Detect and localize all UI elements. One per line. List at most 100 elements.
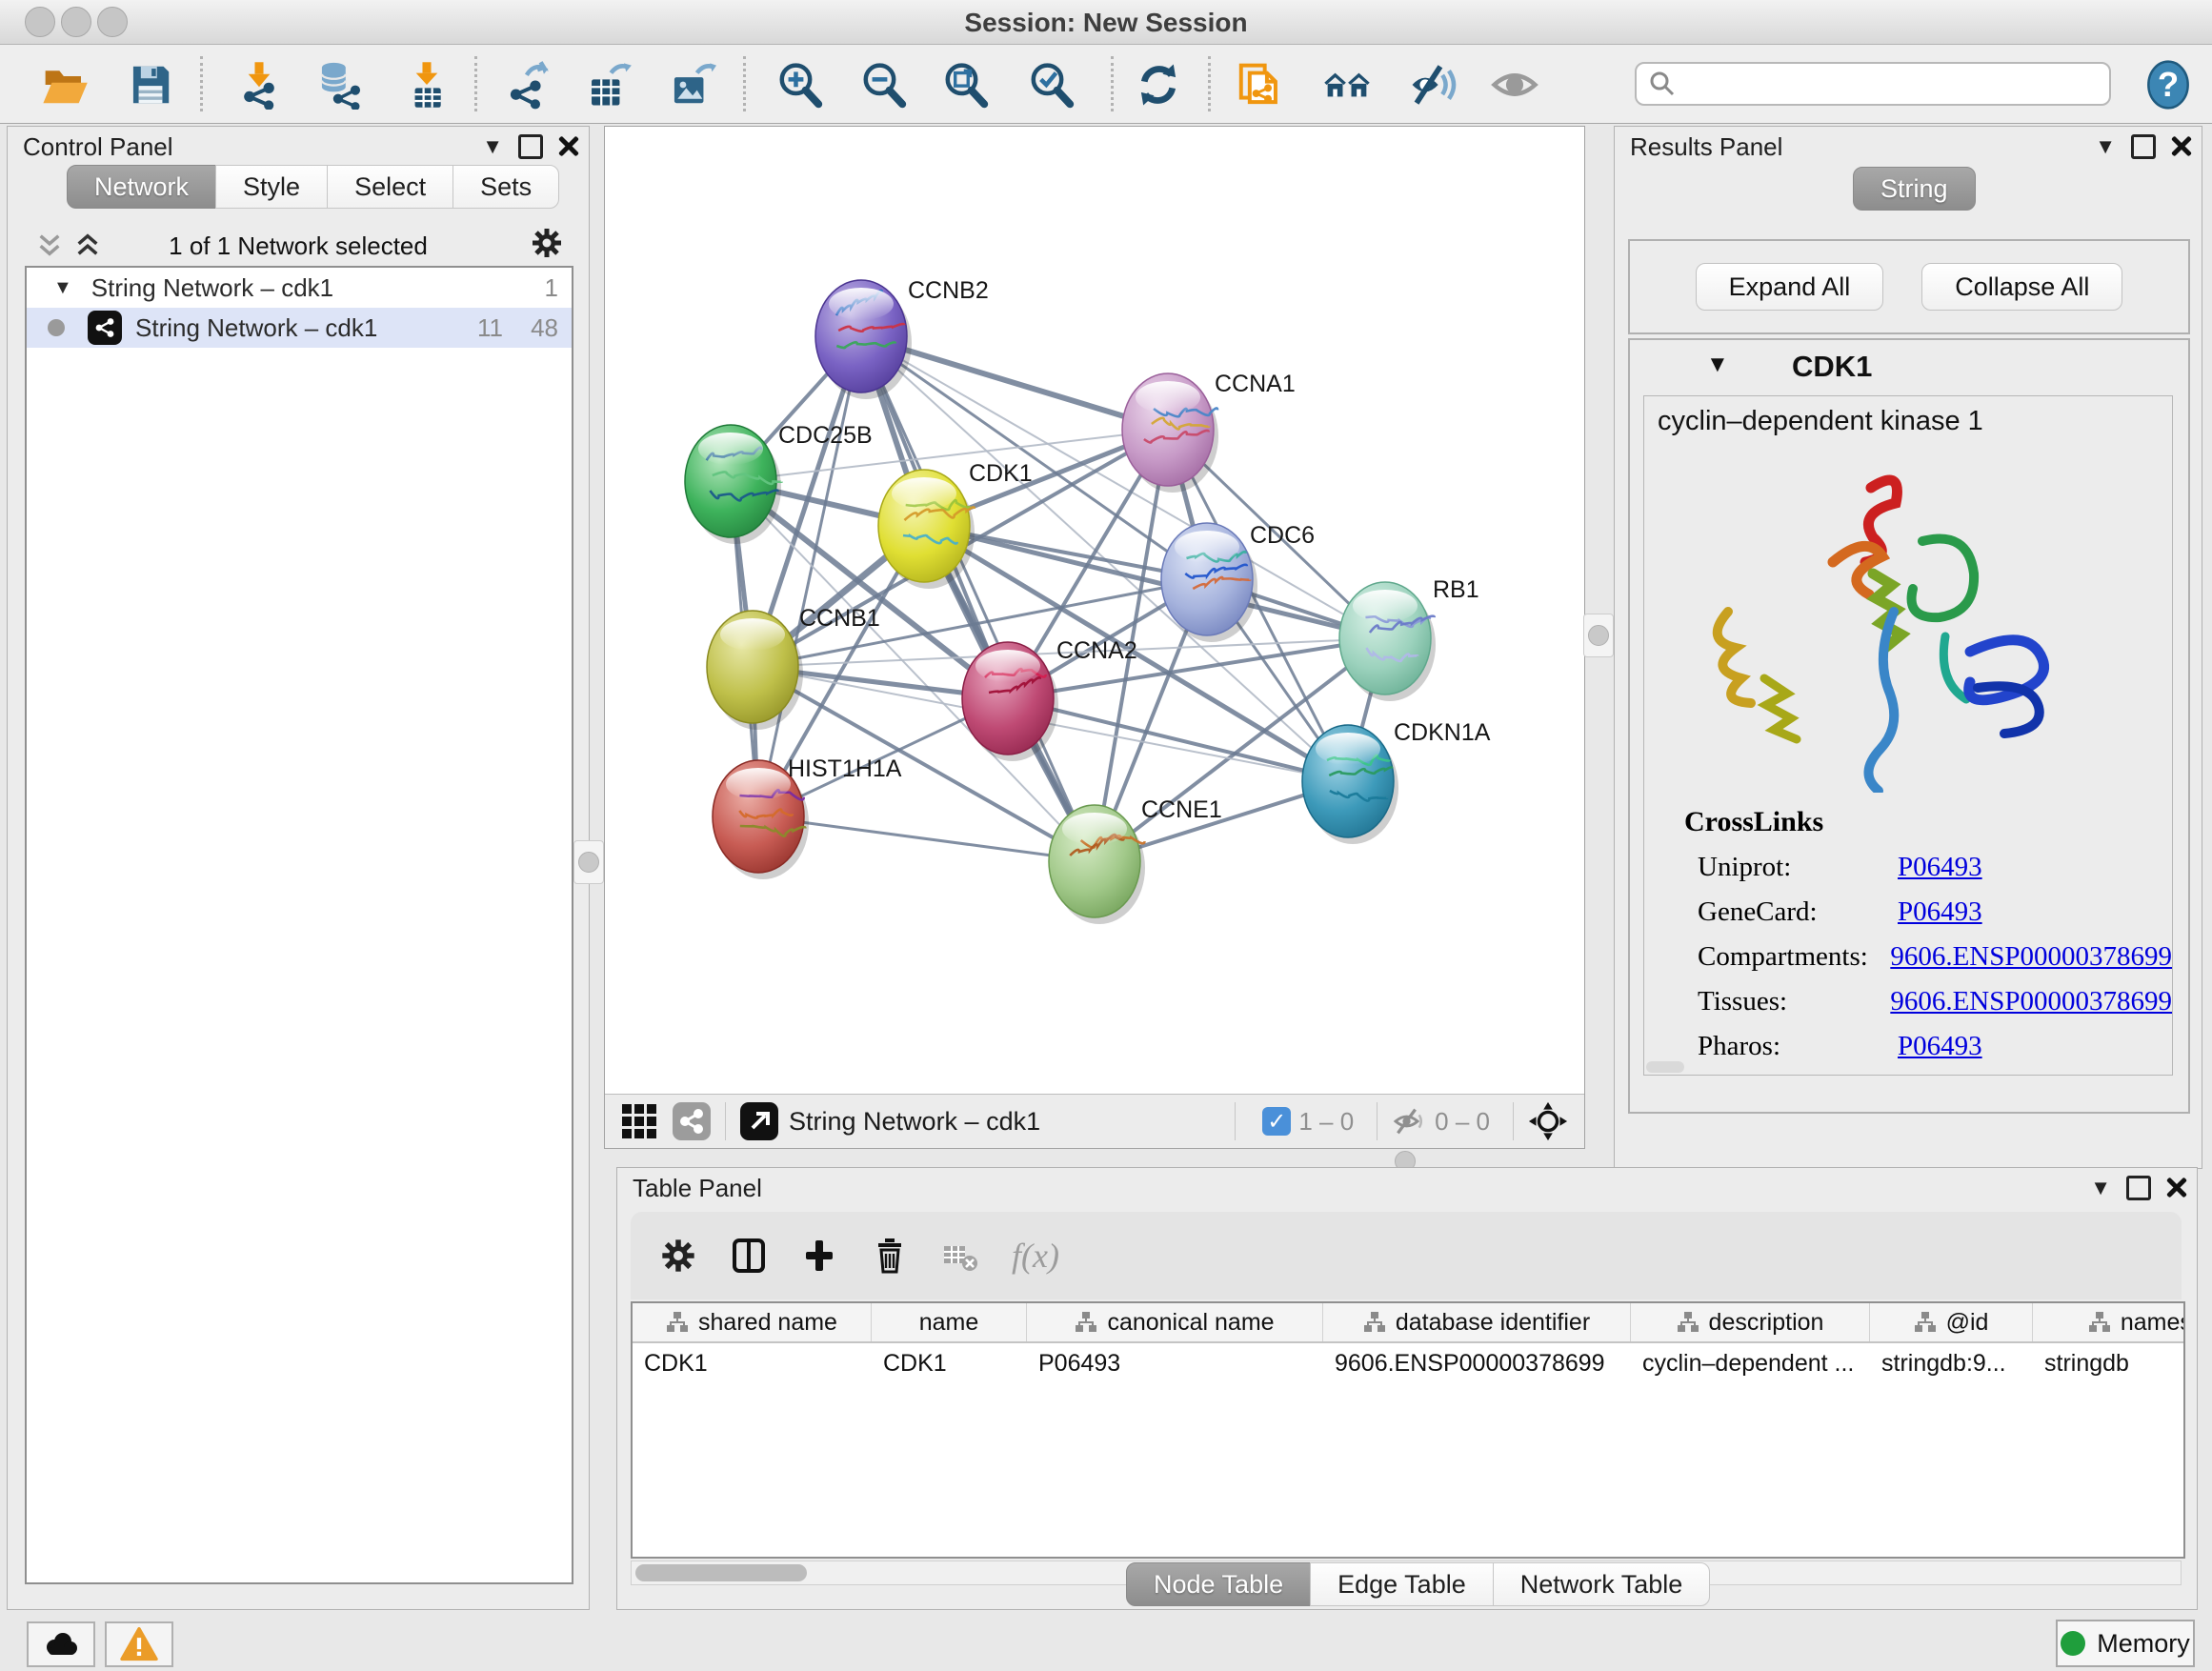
save-session-icon[interactable]: [124, 58, 177, 111]
show-columns-icon[interactable]: [730, 1237, 768, 1275]
edge-CCNA2-CDKN1A[interactable]: [1008, 698, 1348, 781]
search-input[interactable]: [1677, 69, 2081, 100]
open-in-window-icon[interactable]: [739, 1101, 779, 1141]
collapse-panel-icon[interactable]: ▼: [2090, 1178, 2111, 1198]
crosslink-link[interactable]: 9606.ENSP00000378699: [1890, 986, 2172, 1017]
import-table-icon[interactable]: [400, 58, 453, 111]
export-network-icon[interactable]: [501, 58, 554, 111]
node-CCNA1[interactable]: CCNA1: [1122, 371, 1296, 493]
zoom-out-icon[interactable]: [857, 58, 911, 111]
table-scrollbar-thumb[interactable]: [635, 1564, 807, 1581]
collection-expander-icon[interactable]: ▼: [53, 277, 72, 299]
node-CDC25B[interactable]: CDC25B: [685, 422, 873, 544]
node-CDK1[interactable]: CDK1: [878, 460, 1033, 589]
table-row[interactable]: CDK1CDK1P064939606.ENSP00000378699cyclin…: [633, 1343, 2183, 1383]
tab-string[interactable]: String: [1853, 167, 1976, 211]
table-cell[interactable]: stringdb: [2033, 1343, 2185, 1383]
results-scrollbar[interactable]: [1646, 1061, 1684, 1073]
import-network-from-database-icon[interactable]: [312, 58, 366, 111]
birds-eye-view-icon[interactable]: [1527, 1100, 1569, 1142]
node-CCNA2[interactable]: CCNA2: [962, 637, 1137, 761]
show-eye-icon[interactable]: [1488, 58, 1541, 111]
search-box[interactable]: [1635, 62, 2111, 106]
close-panel-icon[interactable]: [2166, 1178, 2187, 1198]
column-header-label: database identifier: [1396, 1309, 1590, 1337]
create-column-icon[interactable]: [800, 1237, 838, 1275]
right-splitter-handle[interactable]: [1583, 614, 1614, 657]
crosslink-link[interactable]: P06493: [1898, 1031, 1982, 1062]
memory-button[interactable]: Memory: [2056, 1620, 2195, 1667]
export-table-icon[interactable]: [581, 58, 634, 111]
export-image-icon[interactable]: [665, 58, 718, 111]
edge-CCNB2-HIST1H1A[interactable]: [758, 336, 861, 816]
node-CDC6[interactable]: CDC6: [1161, 522, 1315, 642]
refresh-icon[interactable]: [1132, 58, 1185, 111]
edge-CCNB2-CCNE1[interactable]: [861, 336, 1095, 861]
column-header-name[interactable]: name: [872, 1303, 1027, 1341]
network-collection-row[interactable]: ▼ String Network – cdk1 1: [27, 268, 572, 308]
tab-edge-table[interactable]: Edge Table: [1310, 1562, 1494, 1606]
crosslink-link[interactable]: P06493: [1898, 896, 1982, 928]
gear-icon[interactable]: [530, 226, 564, 260]
delete-column-icon[interactable]: [871, 1237, 909, 1275]
column-header-database-identifier[interactable]: database identifier: [1323, 1303, 1631, 1341]
network-share-icon[interactable]: [672, 1101, 712, 1141]
zoom-in-icon[interactable]: [774, 58, 827, 111]
collapse-panel-icon[interactable]: ▼: [2095, 136, 2116, 157]
cloud-status-button[interactable]: [27, 1621, 95, 1667]
warning-status-button[interactable]: [105, 1621, 173, 1667]
table-cell[interactable]: CDK1: [633, 1343, 872, 1383]
close-panel-icon[interactable]: [2171, 136, 2192, 157]
close-panel-icon[interactable]: [558, 136, 579, 157]
table-cell[interactable]: P06493: [1027, 1343, 1323, 1383]
tab-network-table[interactable]: Network Table: [1493, 1562, 1711, 1606]
column-header-canonical-name[interactable]: canonical name: [1027, 1303, 1323, 1341]
collapse-all-button[interactable]: Collapse All: [1921, 263, 2122, 311]
node-CCNE1[interactable]: CCNE1: [1049, 796, 1222, 924]
string-home-icon[interactable]: [1320, 58, 1374, 111]
grid-view-icon[interactable]: [620, 1102, 658, 1140]
import-network-icon[interactable]: [232, 58, 286, 111]
table-cell[interactable]: 9606.ENSP00000378699: [1323, 1343, 1631, 1383]
help-icon[interactable]: ?: [2142, 58, 2195, 111]
column-header-shared-name[interactable]: shared name: [633, 1303, 872, 1341]
float-panel-icon[interactable]: [518, 134, 543, 159]
expand-all-button[interactable]: Expand All: [1696, 263, 1884, 311]
tab-style[interactable]: Style: [215, 165, 328, 209]
column-header-@id[interactable]: @id: [1870, 1303, 2033, 1341]
network-edges[interactable]: [731, 336, 1385, 861]
float-panel-icon[interactable]: [2126, 1176, 2151, 1200]
node-CCNB1[interactable]: CCNB1: [707, 605, 880, 730]
column-header-namespace[interactable]: namespace: [2033, 1303, 2185, 1341]
column-header-description[interactable]: description: [1631, 1303, 1870, 1341]
hide-glass-icon[interactable]: [1406, 58, 1459, 111]
tab-network[interactable]: Network: [67, 165, 216, 209]
tab-select[interactable]: Select: [327, 165, 453, 209]
table-cell[interactable]: cyclin–dependent ...: [1631, 1343, 1870, 1383]
zoom-fit-icon[interactable]: [939, 58, 993, 111]
float-panel-icon[interactable]: [2131, 134, 2156, 159]
left-splitter-handle[interactable]: [573, 840, 604, 884]
network-canvas[interactable]: CCNB2 CCNA1 CDC25BCDK1 CDC6RB1 CCNB1 CCNA2 CDK…: [605, 127, 1582, 1093]
node-RB1[interactable]: RB1: [1339, 576, 1479, 701]
node-table[interactable]: shared namenamecanonical name database id…: [631, 1301, 2185, 1559]
open-session-icon[interactable]: [38, 58, 91, 111]
table-cell[interactable]: stringdb:9...: [1870, 1343, 2033, 1383]
table-cell[interactable]: CDK1: [872, 1343, 1027, 1383]
node-CCNB2[interactable]: CCNB2: [815, 277, 989, 399]
selected-checkbox-icon[interactable]: ✓: [1262, 1107, 1291, 1136]
node-CDKN1A[interactable]: CDKN1A: [1302, 719, 1491, 844]
protein-expander-icon[interactable]: ▼: [1706, 352, 1729, 378]
crosslink-link[interactable]: P06493: [1898, 852, 1982, 883]
collapse-panel-icon[interactable]: ▼: [482, 136, 503, 157]
crosslink-link[interactable]: 9606.ENSP00000378699: [1890, 941, 2172, 973]
table-options-gear-icon[interactable]: [659, 1237, 697, 1275]
node-HIST1H1A[interactable]: HIST1H1A: [713, 755, 902, 879]
tab-sets[interactable]: Sets: [452, 165, 559, 209]
clone-network-icon[interactable]: [1233, 58, 1286, 111]
network-row[interactable]: String Network – cdk1 11 48: [27, 308, 572, 348]
protein-section-header[interactable]: ▼ CDK1: [1630, 340, 2188, 393]
tab-node-table[interactable]: Node Table: [1126, 1562, 1311, 1606]
node-label-CDKN1A: CDKN1A: [1394, 719, 1491, 746]
zoom-selected-icon[interactable]: [1025, 58, 1078, 111]
